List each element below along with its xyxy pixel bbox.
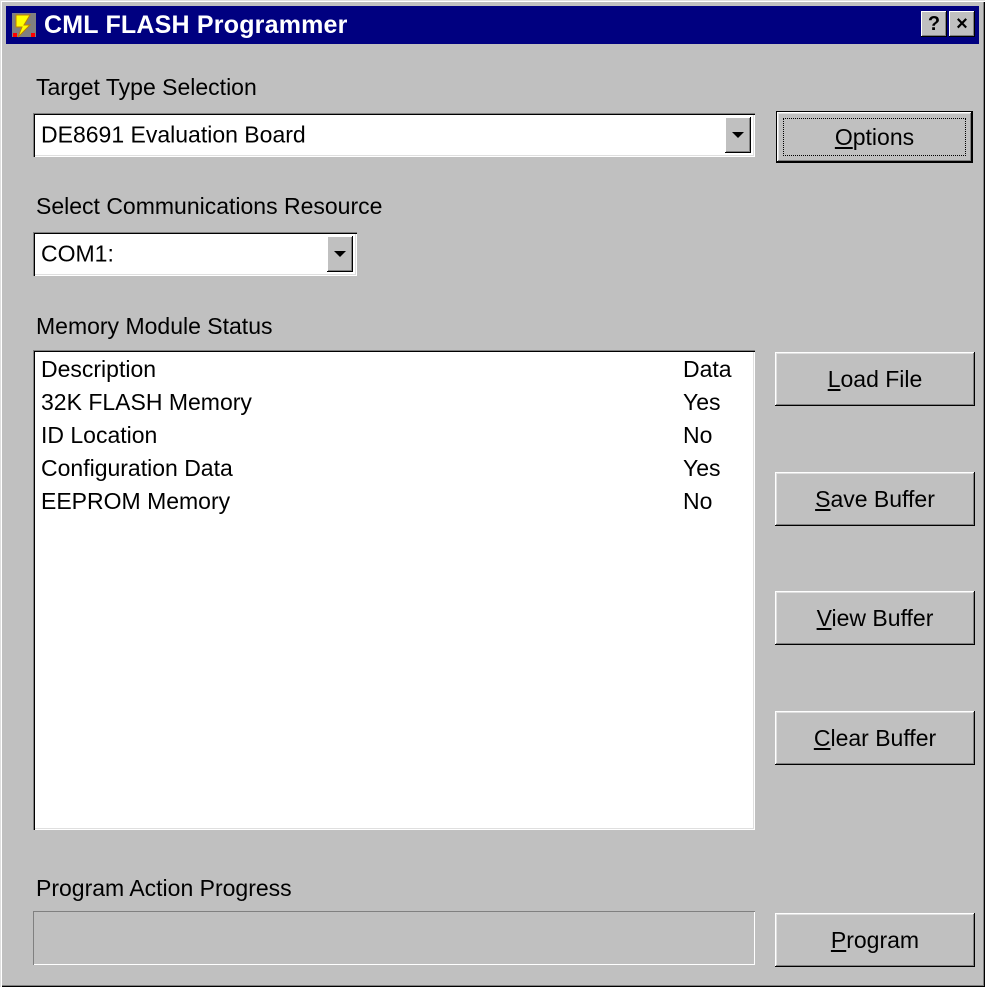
- list-item-description: Configuration Data: [41, 455, 233, 481]
- list-item-data: Yes: [683, 389, 721, 415]
- list-item-description: 32K FLASH Memory: [41, 389, 252, 415]
- comms-resource-label: Select Communications Resource: [36, 193, 383, 219]
- clear-buffer-button[interactable]: Clear Buffer: [775, 711, 975, 765]
- list-item[interactable]: 32K FLASH Memory Yes: [41, 389, 747, 422]
- list-item-data: No: [683, 422, 713, 448]
- progress-label: Program Action Progress: [36, 875, 292, 901]
- list-item[interactable]: Configuration Data Yes: [41, 455, 747, 488]
- chevron-down-icon[interactable]: [725, 117, 751, 153]
- options-button[interactable]: Options: [777, 112, 972, 162]
- program-button[interactable]: Program: [775, 913, 975, 967]
- memory-status-label: Memory Module Status: [36, 313, 273, 339]
- list-item[interactable]: ID Location No: [41, 422, 747, 455]
- save-buffer-label: Save Buffer: [815, 485, 935, 512]
- column-header-description: Description: [41, 356, 157, 382]
- program-label: Program: [830, 926, 920, 953]
- chevron-down-icon[interactable]: [327, 236, 353, 272]
- title-bar[interactable]: CML FLASH Programmer ? ×: [6, 6, 979, 44]
- column-header-data: Data: [683, 356, 732, 382]
- load-file-label: Load File: [827, 365, 923, 392]
- target-type-value: DE8691 Evaluation Board: [41, 121, 306, 148]
- list-item-description: EEPROM Memory: [41, 488, 231, 514]
- target-type-combo[interactable]: DE8691 Evaluation Board: [33, 113, 755, 157]
- flash-programmer-icon: [10, 11, 38, 39]
- window-title: CML FLASH Programmer: [44, 10, 348, 39]
- progress-bar: [33, 911, 755, 965]
- close-icon[interactable]: ×: [949, 11, 975, 37]
- list-item[interactable]: EEPROM Memory No: [41, 488, 747, 521]
- comms-resource-value: COM1:: [41, 240, 114, 267]
- load-file-button[interactable]: Load File: [775, 352, 975, 406]
- list-item-data: No: [683, 488, 713, 514]
- focus-rect: [783, 118, 966, 156]
- list-item-description: ID Location: [41, 422, 158, 448]
- clear-buffer-label: Clear Buffer: [813, 724, 937, 751]
- list-item-data: Yes: [683, 455, 721, 481]
- view-buffer-label: View Buffer: [816, 604, 934, 631]
- app-window: CML FLASH Programmer ? × Target Type Sel…: [0, 0, 985, 987]
- save-buffer-button[interactable]: Save Buffer: [775, 472, 975, 526]
- memory-status-list[interactable]: Description Data 32K FLASH Memory Yes ID…: [33, 350, 755, 830]
- help-icon[interactable]: ?: [921, 11, 947, 37]
- memory-list-rows: Description Data 32K FLASH Memory Yes ID…: [41, 356, 747, 521]
- list-header: Description Data: [41, 356, 747, 389]
- view-buffer-button[interactable]: View Buffer: [775, 591, 975, 645]
- target-type-label: Target Type Selection: [36, 74, 257, 100]
- comms-resource-combo[interactable]: COM1:: [33, 232, 357, 276]
